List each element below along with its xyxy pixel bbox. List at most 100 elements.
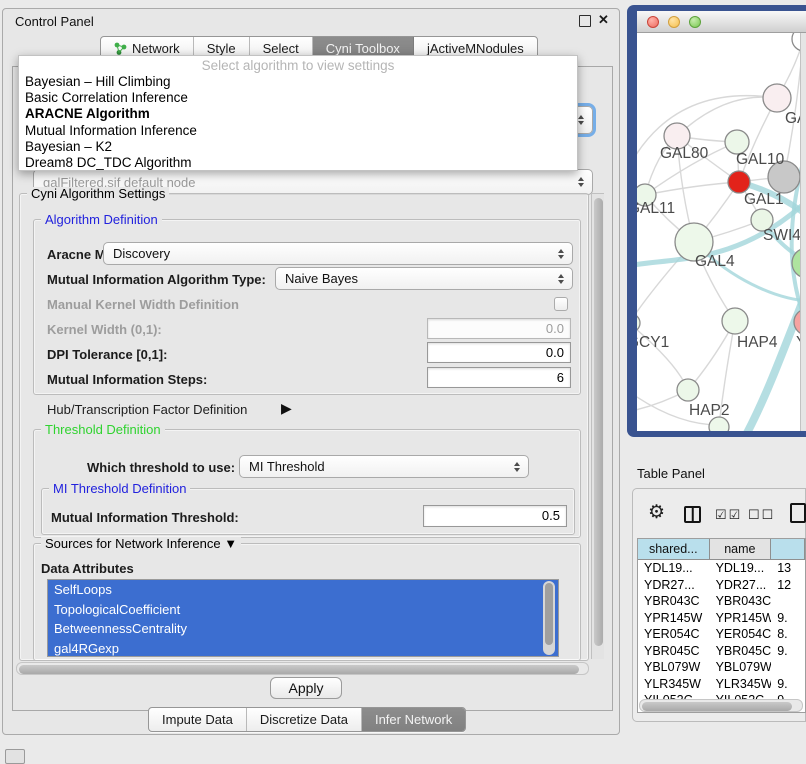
table-cell: 9.	[771, 644, 805, 658]
float-window-icon[interactable]	[579, 15, 591, 27]
dropdown-item-bayesian-k2[interactable]: Bayesian – K2	[19, 139, 577, 155]
network-node[interactable]	[709, 417, 729, 431]
threshold-definition-title: Threshold Definition	[41, 423, 165, 436]
list-scrollbar-thumb[interactable]	[545, 583, 553, 645]
table-row[interactable]: YLR345WYLR345W9.	[638, 676, 805, 693]
network-node[interactable]	[792, 33, 800, 51]
table-row[interactable]: YPR145WYPR145W9.	[638, 610, 805, 627]
dropdown-item-dream8-dc-tdc-algorithm[interactable]: Dream8 DC_TDC Algorithm	[19, 155, 577, 171]
split-view-icon[interactable]	[684, 506, 701, 523]
table-cell: 9.	[771, 677, 805, 691]
hub-definition-toggle[interactable]: Hub/Transcription Factor Definition	[47, 402, 247, 417]
table-cell: YDL19...	[710, 561, 772, 575]
dropdown-item-mutual-information-inference[interactable]: Mutual Information Inference	[19, 123, 577, 139]
network-node-hap4[interactable]	[722, 308, 748, 334]
table-hscrollbar-track[interactable]	[639, 699, 803, 712]
settings-hscrollbar-thumb[interactable]	[19, 665, 579, 674]
tab-label: Impute Data	[162, 712, 233, 727]
network-node-label: GCY1	[637, 334, 669, 351]
column-header-col2[interactable]	[771, 539, 805, 559]
table-cell: YPR145W	[638, 611, 710, 625]
bottom-tab-impute-data[interactable]: Impute Data	[149, 708, 247, 731]
network-node-gal[interactable]	[763, 84, 791, 112]
table-row[interactable]: YBR043CYBR043C	[638, 593, 805, 610]
bottom-tab-infer-network[interactable]: Infer Network	[362, 708, 465, 731]
dropdown-item-aracne-algorithm[interactable]: ARACNE Algorithm	[19, 106, 577, 122]
bottom-tab-discretize-data[interactable]: Discretize Data	[247, 708, 362, 731]
attribute-item-selfloops[interactable]: SelfLoops	[48, 580, 558, 600]
bottom-tab-bar: Impute Data Discretize Data Infer Network	[148, 707, 466, 732]
combo-arrows-icon	[558, 249, 564, 259]
table-cell: YER054C	[710, 627, 772, 641]
dropdown-item-bayesian-hill-climbing[interactable]: Bayesian – Hill Climbing	[19, 74, 577, 90]
which-threshold-label: Which threshold to use:	[87, 460, 235, 475]
table-row[interactable]: YBL079WYBL079W	[638, 659, 805, 676]
attribute-item-gal4rgexp[interactable]: gal4RGexp	[48, 639, 558, 658]
table-row[interactable]: YER054CYER054C8.	[638, 626, 805, 643]
network-node-gcy1[interactable]	[637, 314, 640, 332]
mi-steps-field[interactable]: 6	[427, 367, 571, 388]
page-icon[interactable]	[790, 503, 806, 523]
minimize-traffic-light[interactable]	[668, 16, 680, 28]
table-cell: YBR043C	[710, 594, 772, 608]
network-vscrollbar-strip[interactable]	[800, 33, 806, 431]
zoom-traffic-light[interactable]	[689, 16, 701, 28]
collapsed-arrow-icon[interactable]: ▶	[281, 400, 292, 417]
column-header-name[interactable]: name	[710, 539, 772, 559]
network-window-titlebar[interactable]	[637, 11, 806, 33]
aracne-mode-value: Discovery	[113, 246, 170, 261]
table-cell: 12	[771, 578, 805, 592]
network-node-label: GAL80	[660, 145, 709, 162]
manual-kernel-checkbox[interactable]	[554, 297, 568, 311]
table-cell: 13	[771, 561, 805, 575]
dpi-tolerance-field[interactable]: 0.0	[427, 342, 571, 363]
table-hscrollbar-thumb[interactable]	[642, 702, 792, 711]
attribute-item-topologicalcoefficient[interactable]: TopologicalCoefficient	[48, 600, 558, 620]
checked-columns-icon[interactable]: ☑☑	[715, 507, 742, 523]
table-cell: YLR345W	[710, 677, 772, 691]
network-node-label: HAP4	[737, 334, 778, 351]
network-node-label: GAL4	[695, 253, 735, 270]
network-node-label: HAP2	[689, 402, 730, 419]
table-cell: YBR045C	[710, 644, 772, 658]
tab-label: Cyni Toolbox	[326, 41, 400, 56]
manual-kernel-label: Manual Kernel Width Definition	[47, 297, 239, 312]
network-edge	[645, 182, 739, 195]
table-row[interactable]: YDR27...YDR27...12	[638, 577, 805, 594]
kernel-width-field[interactable]: 0.0	[427, 318, 571, 339]
settings-vscrollbar-thumb[interactable]	[594, 198, 603, 646]
table-cell: YLR345W	[638, 677, 710, 691]
unchecked-columns-icon[interactable]: ☐☐	[748, 507, 775, 523]
network-node-hap2[interactable]	[677, 379, 699, 401]
table-row[interactable]: YBR045CYBR045C9.	[638, 643, 805, 660]
sources-group-title[interactable]: Sources for Network Inference ▼	[41, 537, 241, 550]
network-node-gal1[interactable]	[728, 171, 750, 193]
tab-label: Network	[132, 41, 180, 56]
mi-type-combo[interactable]: Naive Bayes	[275, 267, 573, 290]
table-row[interactable]: YDL19...YDL19...13	[638, 560, 805, 577]
which-threshold-combo[interactable]: MI Threshold	[239, 455, 529, 478]
network-node-label: GAL	[785, 110, 800, 127]
settings-group-title: Cyni Algorithm Settings	[27, 187, 169, 200]
apply-button[interactable]: Apply	[270, 677, 342, 699]
close-icon[interactable]: ✕	[598, 12, 609, 28]
close-traffic-light[interactable]	[647, 16, 659, 28]
tab-label: Infer Network	[375, 712, 452, 727]
column-header-shared[interactable]: shared...	[638, 539, 710, 559]
network-canvas[interactable]: GALGAL80GAL10GAL1GAL11SWI4GAL4GCY1HAP4YH…	[637, 33, 800, 431]
network-node-label: SWI4	[763, 227, 800, 244]
dropdown-item-basic-correlation-inference[interactable]: Basic Correlation Inference	[19, 90, 577, 106]
settings-hscrollbar-track[interactable]	[16, 662, 589, 675]
expanded-arrow-icon[interactable]: ▼	[224, 536, 237, 551]
mi-threshold-field[interactable]: 0.5	[423, 505, 567, 527]
table-cell: YBL079W	[710, 660, 772, 674]
mi-type-label: Mutual Information Algorithm Type:	[47, 272, 266, 287]
combo-arrows-icon	[558, 274, 564, 284]
settings-vscrollbar-track[interactable]	[591, 193, 604, 659]
aracne-mode-combo[interactable]: Discovery	[103, 242, 573, 265]
data-attributes-list[interactable]: SelfLoopsTopologicalCoefficientBetweenne…	[47, 579, 559, 657]
network-node-label: GAL1	[744, 191, 784, 208]
attribute-item-betweennesscentrality[interactable]: BetweennessCentrality	[48, 619, 558, 639]
gear-icon[interactable]: ⚙	[648, 503, 665, 522]
mi-type-value: Naive Bayes	[285, 271, 358, 286]
